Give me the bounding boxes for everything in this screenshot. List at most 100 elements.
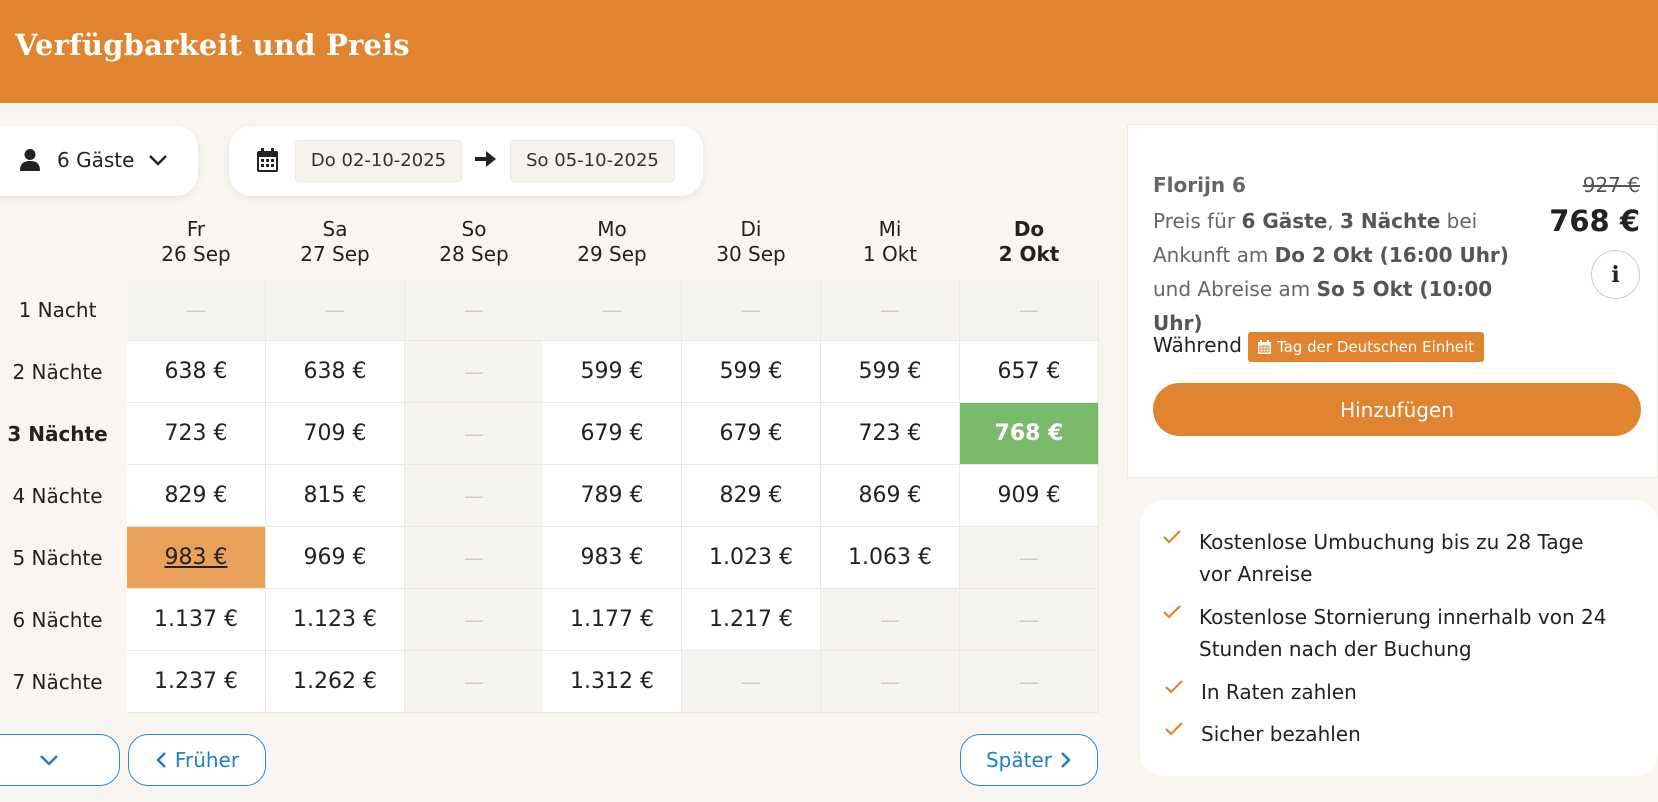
- column-date: 1 Okt: [862, 242, 918, 266]
- info-icon[interactable]: i: [1591, 250, 1640, 299]
- chevron-left-icon: [156, 752, 166, 768]
- property-name: Florijn 6: [1153, 173, 1246, 197]
- desc-text: ,: [1327, 209, 1340, 233]
- price-cell[interactable]: 1.312 €: [543, 651, 682, 713]
- column-date: 2 Okt: [998, 242, 1060, 266]
- price-cell-unavailable: —: [266, 279, 405, 341]
- row-label: 1 Nacht: [18, 298, 97, 322]
- column-header: Mi 1 Okt: [821, 217, 959, 269]
- price-cell[interactable]: 599 €: [543, 341, 682, 403]
- price-cell[interactable]: 869 €: [821, 465, 960, 527]
- price-cell[interactable]: 768 €: [960, 403, 1099, 465]
- price-cell[interactable]: 829 €: [682, 465, 821, 527]
- row-label: 3 Nächte: [7, 422, 108, 446]
- price-cell[interactable]: 983 €: [543, 527, 682, 589]
- price-cell[interactable]: 1.137 €: [127, 589, 266, 651]
- price-cell[interactable]: 969 €: [266, 527, 405, 589]
- price-cell[interactable]: 657 €: [960, 341, 1099, 403]
- perk-item: In Raten zahlen: [1165, 676, 1357, 708]
- check-icon: [1165, 722, 1183, 736]
- price-cell[interactable]: 1.123 €: [266, 589, 405, 651]
- price-cell[interactable]: 829 €: [127, 465, 266, 527]
- guests-selector[interactable]: 6 Gäste: [0, 126, 198, 196]
- price-cell[interactable]: 679 €: [543, 403, 682, 465]
- price-cell[interactable]: 1.217 €: [682, 589, 821, 651]
- column-date: 29 Sep: [577, 242, 647, 266]
- price-cell[interactable]: 1.237 €: [127, 651, 266, 713]
- checkout-date-field[interactable]: So 05-10-2025: [510, 140, 675, 182]
- column-weekday: Fr: [186, 217, 206, 241]
- old-price: 927 €: [1582, 173, 1640, 197]
- price-cell-unavailable: —: [405, 589, 544, 651]
- price-cell-unavailable: —: [960, 527, 1099, 589]
- price-cell-unavailable: —: [405, 527, 544, 589]
- price-cell[interactable]: 638 €: [266, 341, 405, 403]
- column-weekday: Mi: [878, 217, 902, 241]
- price-cell[interactable]: 638 €: [127, 341, 266, 403]
- during-label: Während: [1153, 333, 1242, 357]
- price-cell-unavailable: —: [821, 651, 960, 713]
- row-label: 6 Nächte: [12, 608, 103, 632]
- desc-nights: 3 Nächte: [1339, 209, 1441, 233]
- page-title: Verfügbarkeit und Preis: [15, 28, 410, 62]
- calendar-icon: [257, 148, 278, 172]
- guests-label: 6 Gäste: [57, 148, 135, 172]
- column-header: So 28 Sep: [405, 217, 543, 269]
- person-icon: [20, 149, 40, 171]
- add-button[interactable]: Hinzufügen: [1153, 383, 1641, 436]
- price-cell[interactable]: 983 €: [127, 527, 266, 589]
- column-header: Fr 26 Sep: [127, 217, 265, 269]
- row-label: 2 Nächte: [12, 360, 103, 384]
- price-cell-unavailable: —: [682, 651, 821, 713]
- column-date: 26 Sep: [161, 242, 231, 266]
- perk-label: In Raten zahlen: [1201, 680, 1357, 704]
- expand-rows-button[interactable]: [0, 734, 120, 786]
- chevron-down-icon: [149, 155, 167, 166]
- price-cell[interactable]: 909 €: [960, 465, 1099, 527]
- column-header: Do 2 Okt: [960, 217, 1098, 269]
- earlier-button[interactable]: Früher: [128, 734, 266, 786]
- column-header: Mo 29 Sep: [543, 217, 681, 269]
- perk-label: Kostenlose Umbuchung bis zu 28 Tage vor …: [1199, 530, 1584, 586]
- price-cell-unavailable: —: [543, 279, 682, 341]
- chevron-right-icon: [1061, 752, 1071, 768]
- price-description: Preis für 6 Gäste, 3 Nächte bei Ankunft …: [1153, 204, 1533, 340]
- column-weekday: Di: [740, 217, 762, 241]
- price-cell-unavailable: —: [960, 279, 1099, 341]
- price-cell-unavailable: —: [127, 279, 266, 341]
- price-cell-unavailable: —: [405, 403, 544, 465]
- price-cell-unavailable: —: [821, 589, 960, 651]
- price-cell[interactable]: 599 €: [821, 341, 960, 403]
- price-cell[interactable]: 1.262 €: [266, 651, 405, 713]
- date-range-picker: Do 02-10-2025 So 05-10-2025: [229, 126, 703, 196]
- price-cell[interactable]: 679 €: [682, 403, 821, 465]
- desc-text: Preis für: [1153, 209, 1242, 233]
- price-cell[interactable]: 723 €: [821, 403, 960, 465]
- column-date: 27 Sep: [300, 242, 370, 266]
- page-header: Verfügbarkeit und Preis: [0, 0, 1658, 103]
- price-cell-unavailable: —: [960, 589, 1099, 651]
- perk-label: Sicher bezahlen: [1201, 722, 1361, 746]
- price-cell[interactable]: 815 €: [266, 465, 405, 527]
- price-cell[interactable]: 1.177 €: [543, 589, 682, 651]
- checkin-date-field[interactable]: Do 02-10-2025: [295, 140, 462, 182]
- price-cell[interactable]: 709 €: [266, 403, 405, 465]
- price-cell[interactable]: 599 €: [682, 341, 821, 403]
- check-icon: [1163, 605, 1181, 619]
- later-button[interactable]: Später: [960, 734, 1098, 786]
- earlier-label: Früher: [174, 748, 240, 772]
- perk-item: Kostenlose Umbuchung bis zu 28 Tage vor …: [1163, 526, 1619, 590]
- perk-item: Kostenlose Stornierung innerhalb von 24 …: [1163, 601, 1619, 665]
- column-weekday: Mo: [597, 217, 627, 241]
- arrow-right-icon: [475, 151, 496, 167]
- price-cell[interactable]: 1.023 €: [682, 527, 821, 589]
- price-cell[interactable]: 789 €: [543, 465, 682, 527]
- price-cell[interactable]: 723 €: [127, 403, 266, 465]
- column-weekday: Sa: [322, 217, 348, 241]
- holiday-badge: Tag der Deutschen Einheit: [1248, 332, 1485, 362]
- price-cell-unavailable: —: [405, 341, 544, 403]
- price-cell[interactable]: 1.063 €: [821, 527, 960, 589]
- desc-arrival: Do 2 Okt (16:00 Uhr): [1274, 243, 1509, 267]
- holiday-label: Tag der Deutschen Einheit: [1277, 338, 1475, 356]
- price-cell-unavailable: —: [405, 279, 544, 341]
